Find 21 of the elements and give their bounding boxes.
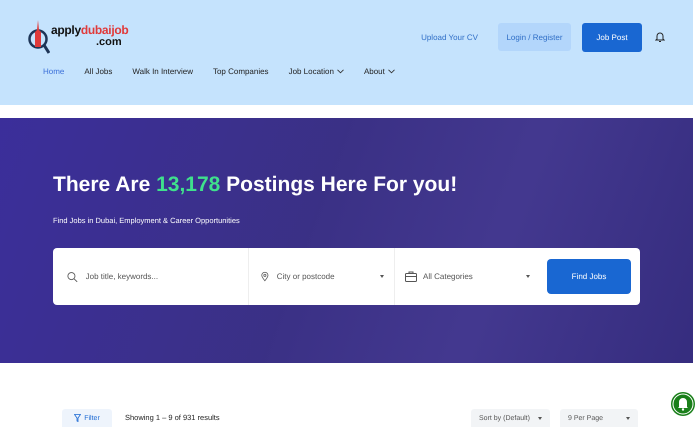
search-icon bbox=[67, 270, 78, 282]
bell-icon[interactable] bbox=[655, 31, 665, 43]
keywords-field[interactable]: Job title, keywords... bbox=[84, 271, 248, 282]
upload-cv-link[interactable]: Upload Your CV bbox=[421, 32, 478, 42]
map-pin-icon bbox=[261, 270, 269, 283]
find-jobs-button[interactable]: Find Jobs bbox=[547, 259, 631, 294]
caret-icon bbox=[380, 275, 384, 278]
briefcase-icon bbox=[405, 271, 417, 282]
nav-link[interactable]: Job Location bbox=[288, 67, 344, 76]
category-select[interactable]: All Categories bbox=[395, 248, 540, 305]
hero-title: There Are 13,178 Postings Here For you! bbox=[53, 172, 458, 198]
nav-link[interactable]: Home bbox=[43, 67, 64, 76]
logo-wordmark[interactable]: applydubaijob .com bbox=[51, 24, 128, 48]
funnel-icon bbox=[74, 414, 82, 422]
job-post-button[interactable]: Job Post bbox=[582, 22, 642, 52]
caret-icon bbox=[526, 275, 530, 278]
nav-link[interactable]: Top Companies bbox=[212, 67, 269, 76]
nav-link[interactable]: All Jobs bbox=[84, 67, 112, 76]
nav-link[interactable]: Walk In Interview bbox=[132, 67, 193, 76]
location-field[interactable]: City or postcode bbox=[274, 271, 374, 282]
nav-link[interactable]: About bbox=[364, 67, 395, 76]
